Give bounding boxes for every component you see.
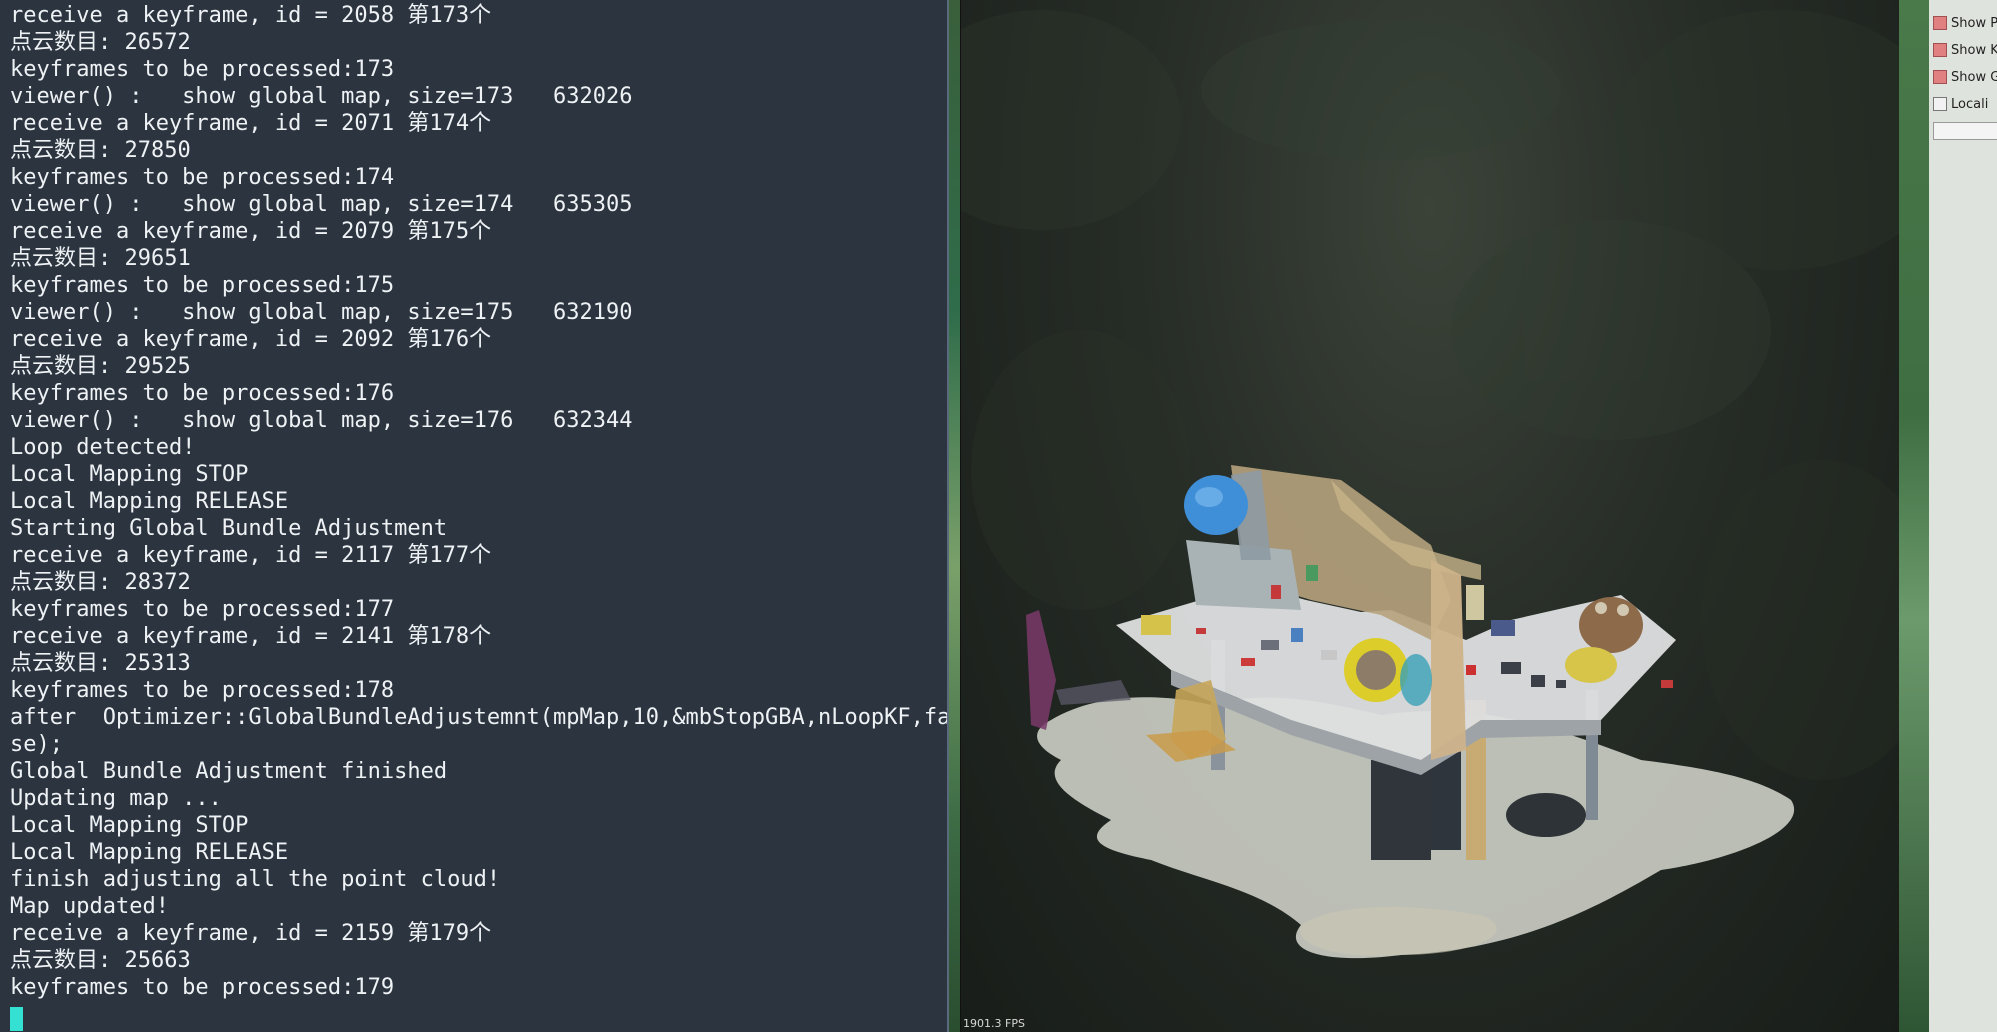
terminal-line: Loop detected!: [10, 435, 196, 460]
checkbox[interactable]: [1933, 43, 1947, 57]
terminal-line: viewer() : show global map, size=174 635…: [10, 192, 633, 217]
terminal-line: 点云数目: 25663: [10, 948, 191, 973]
teddy-bear-object: [1579, 597, 1643, 653]
terminal-line: keyframes to be processed:176: [10, 381, 395, 406]
terminal-line: se);: [10, 732, 63, 757]
terminal-line: receive a keyframe, id = 2058 第173个: [10, 3, 492, 28]
desktop-wallpaper-right: [1899, 0, 1929, 1032]
viewer-control-panel: Show P Show K Show G Locali F: [1929, 0, 1997, 1032]
point-cloud-viewer[interactable]: 1901.3 FPS: [960, 0, 1900, 1032]
checkbox[interactable]: [1933, 16, 1947, 30]
terminal-line: Starting Global Bundle Adjustment: [10, 516, 448, 541]
terminal-line: keyframes to be processed:177: [10, 597, 395, 622]
panel-option-show-points[interactable]: Show P: [1933, 13, 1997, 33]
terminal-line: receive a keyframe, id = 2117 第177个: [10, 543, 492, 568]
terminal-line: receive a keyframe, id = 2079 第175个: [10, 219, 492, 244]
terminal-line: keyframes to be processed:175: [10, 273, 395, 298]
terminal-line: keyframes to be processed:178: [10, 678, 395, 703]
terminal-line: keyframes to be processed:174: [10, 165, 395, 190]
terminal-line: after Optimizer::GlobalBundleAdjustemnt(…: [10, 705, 949, 730]
terminal-line: receive a keyframe, id = 2092 第176个: [10, 327, 492, 352]
terminal-line: receive a keyframe, id = 2159 第179个: [10, 921, 492, 946]
under-desk-cabinet: [1371, 760, 1431, 860]
terminal-line: keyframes to be processed:173: [10, 57, 395, 82]
terminal-line: Local Mapping RELEASE: [10, 840, 289, 865]
terminal-line: Local Mapping STOP: [10, 462, 249, 487]
terminal-line: receive a keyframe, id = 2071 第174个: [10, 111, 492, 136]
desktop-wallpaper-strip: [949, 0, 960, 1032]
checkbox[interactable]: [1933, 97, 1947, 111]
terminal-cursor: [10, 1007, 23, 1031]
terminal-line: 点云数目: 25313: [10, 651, 191, 676]
terminal-line: keyframes to be processed:179: [10, 975, 395, 1000]
terminal-line: viewer() : show global map, size=176 632…: [10, 408, 633, 433]
terminal-line: Map updated!: [10, 894, 169, 919]
terminal-line: Local Mapping STOP: [10, 813, 249, 838]
terminal-line: viewer() : show global map, size=175 632…: [10, 300, 633, 325]
terminal-line: 点云数目: 26572: [10, 30, 191, 55]
panel-option-show-keyframes[interactable]: Show K: [1933, 40, 1997, 60]
terminal-line: 点云数目: 28372: [10, 570, 191, 595]
fps-counter: 1901.3 FPS: [963, 1017, 1025, 1030]
terminal-line: finish adjusting all the point cloud!: [10, 867, 501, 892]
terminal-line: receive a keyframe, id = 2141 第178个: [10, 624, 492, 649]
terminal-line: Local Mapping RELEASE: [10, 489, 289, 514]
terminal-line: viewer() : show global map, size=173 632…: [10, 84, 633, 109]
panel-option-localization-mode[interactable]: Locali: [1933, 94, 1988, 114]
terminal-line: Updating map ...: [10, 786, 222, 811]
purple-chair-object: [1026, 610, 1056, 730]
terminal-line: 点云数目: 27850: [10, 138, 191, 163]
terminal-line: 点云数目: 29525: [10, 354, 191, 379]
panel-reset-button[interactable]: F: [1933, 122, 1997, 140]
terminal-line: 点云数目: 29651: [10, 246, 191, 271]
terminal-window[interactable]: receive a keyframe, id = 2058 第173个 点云数目:…: [0, 0, 949, 1032]
point-cloud-render: [961, 10, 1900, 959]
panel-option-show-graph[interactable]: Show G: [1933, 67, 1997, 87]
checkbox[interactable]: [1933, 70, 1947, 84]
terminal-output: receive a keyframe, id = 2058 第173个 点云数目:…: [0, 0, 947, 1001]
terminal-line: Global Bundle Adjustment finished: [10, 759, 448, 784]
